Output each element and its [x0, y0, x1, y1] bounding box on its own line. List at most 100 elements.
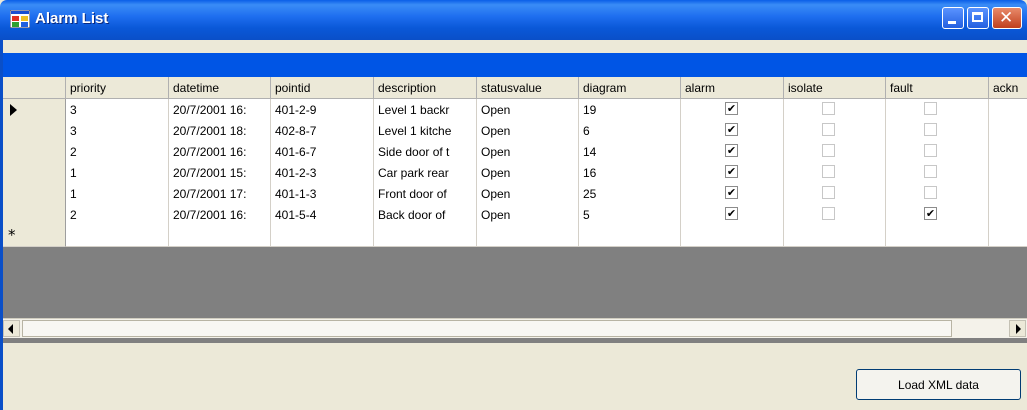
cell-alarm[interactable]: [681, 225, 784, 247]
alarm-checkbox[interactable]: ✔: [725, 207, 738, 220]
cell-pointid[interactable]: 401-5-4: [271, 204, 374, 226]
cell-ackn[interactable]: [989, 141, 1027, 163]
cell-statusvalue[interactable]: Open: [477, 162, 579, 184]
cell-isolate[interactable]: [784, 204, 886, 226]
cell-ackn[interactable]: [989, 183, 1027, 205]
minimize-button[interactable]: [942, 7, 964, 29]
cell-datetime[interactable]: 20/7/2001 18:: [169, 120, 271, 142]
column-header-pointid[interactable]: pointid: [271, 77, 374, 99]
cell-priority[interactable]: [66, 225, 169, 247]
column-header-statusvalue[interactable]: statusvalue: [477, 77, 579, 99]
cell-description[interactable]: Back door of: [374, 204, 477, 226]
column-header-alarm[interactable]: alarm: [681, 77, 784, 99]
cell-statusvalue[interactable]: [477, 225, 579, 247]
fault-checkbox[interactable]: [924, 144, 937, 157]
fault-checkbox[interactable]: [924, 102, 937, 115]
cell-datetime[interactable]: 20/7/2001 15:: [169, 162, 271, 184]
cell-ackn[interactable]: [989, 225, 1027, 247]
cell-fault[interactable]: [886, 120, 989, 142]
horizontal-scrollbar[interactable]: [3, 318, 1027, 338]
grid-corner-cell[interactable]: [3, 77, 66, 99]
fault-checkbox[interactable]: [924, 123, 937, 136]
cell-diagram[interactable]: 25: [579, 183, 681, 205]
cell-datetime[interactable]: 20/7/2001 16:: [169, 204, 271, 226]
cell-isolate[interactable]: [784, 120, 886, 142]
data-grid[interactable]: priority datetime pointid description status…: [3, 77, 1027, 343]
cell-priority[interactable]: 3: [66, 99, 169, 121]
cell-description[interactable]: [374, 225, 477, 247]
row-header[interactable]: [3, 183, 66, 205]
cell-pointid[interactable]: 402-8-7: [271, 120, 374, 142]
cell-priority[interactable]: 1: [66, 183, 169, 205]
cell-pointid[interactable]: 401-2-3: [271, 162, 374, 184]
cell-alarm[interactable]: ✔: [681, 183, 784, 205]
cell-fault[interactable]: ✔: [886, 204, 989, 226]
cell-priority[interactable]: 2: [66, 141, 169, 163]
table-row[interactable]: 2 20/7/2001 16: 401-6-7 Side door of t Open 1…: [3, 141, 1027, 163]
cell-datetime[interactable]: 20/7/2001 16:: [169, 99, 271, 121]
cell-description[interactable]: Car park rear: [374, 162, 477, 184]
cell-isolate[interactable]: [784, 183, 886, 205]
scroll-right-button[interactable]: [1009, 320, 1026, 337]
column-header-fault[interactable]: fault: [886, 77, 989, 99]
fault-checkbox[interactable]: ✔: [924, 207, 937, 220]
cell-pointid[interactable]: 401-2-9: [271, 99, 374, 121]
alarm-checkbox[interactable]: ✔: [725, 144, 738, 157]
isolate-checkbox[interactable]: [822, 144, 835, 157]
cell-statusvalue[interactable]: Open: [477, 120, 579, 142]
cell-description[interactable]: Side door of t: [374, 141, 477, 163]
cell-datetime[interactable]: 20/7/2001 17:: [169, 183, 271, 205]
column-header-description[interactable]: description: [374, 77, 477, 99]
scroll-thumb[interactable]: [22, 320, 952, 337]
column-header-ackn[interactable]: ackn: [989, 77, 1027, 99]
alarm-checkbox[interactable]: ✔: [725, 102, 738, 115]
cell-alarm[interactable]: ✔: [681, 204, 784, 226]
cell-ackn[interactable]: [989, 99, 1027, 121]
row-header[interactable]: [3, 99, 66, 121]
cell-alarm[interactable]: ✔: [681, 99, 784, 121]
cell-description[interactable]: Front door of: [374, 183, 477, 205]
cell-priority[interactable]: 1: [66, 162, 169, 184]
cell-priority[interactable]: 3: [66, 120, 169, 142]
cell-alarm[interactable]: ✔: [681, 141, 784, 163]
cell-datetime[interactable]: [169, 225, 271, 247]
cell-fault[interactable]: [886, 183, 989, 205]
cell-fault[interactable]: [886, 99, 989, 121]
new-row[interactable]: *: [3, 225, 1027, 247]
alarm-checkbox[interactable]: ✔: [725, 165, 738, 178]
cell-pointid[interactable]: 401-6-7: [271, 141, 374, 163]
cell-priority[interactable]: 2: [66, 204, 169, 226]
isolate-checkbox[interactable]: [822, 186, 835, 199]
fault-checkbox[interactable]: [924, 165, 937, 178]
row-header[interactable]: [3, 120, 66, 142]
alarm-checkbox[interactable]: ✔: [725, 186, 738, 199]
cell-fault[interactable]: [886, 225, 989, 247]
row-header[interactable]: [3, 141, 66, 163]
table-row[interactable]: 3 20/7/2001 16: 401-2-9 Level 1 backr Open 19…: [3, 99, 1027, 121]
column-header-diagram[interactable]: diagram: [579, 77, 681, 99]
close-button[interactable]: ✕: [992, 7, 1022, 29]
row-header[interactable]: [3, 162, 66, 184]
column-header-isolate[interactable]: isolate: [784, 77, 886, 99]
isolate-checkbox[interactable]: [822, 165, 835, 178]
cell-statusvalue[interactable]: Open: [477, 99, 579, 121]
table-row[interactable]: 3 20/7/2001 18: 402-8-7 Level 1 kitche Open 6…: [3, 120, 1027, 142]
scroll-left-button[interactable]: [3, 320, 20, 337]
cell-isolate[interactable]: [784, 162, 886, 184]
table-row[interactable]: 1 20/7/2001 15: 401-2-3 Car park rear Open 16…: [3, 162, 1027, 184]
row-header[interactable]: *: [3, 225, 66, 247]
cell-isolate[interactable]: [784, 141, 886, 163]
row-header[interactable]: [3, 204, 66, 226]
cell-alarm[interactable]: ✔: [681, 162, 784, 184]
cell-pointid[interactable]: 401-1-3: [271, 183, 374, 205]
cell-diagram[interactable]: 19: [579, 99, 681, 121]
cell-diagram[interactable]: 6: [579, 120, 681, 142]
cell-statusvalue[interactable]: Open: [477, 141, 579, 163]
cell-statusvalue[interactable]: Open: [477, 183, 579, 205]
cell-ackn[interactable]: [989, 204, 1027, 226]
alarm-checkbox[interactable]: ✔: [725, 123, 738, 136]
cell-diagram[interactable]: 16: [579, 162, 681, 184]
cell-ackn[interactable]: [989, 120, 1027, 142]
column-header-datetime[interactable]: datetime: [169, 77, 271, 99]
cell-fault[interactable]: [886, 141, 989, 163]
